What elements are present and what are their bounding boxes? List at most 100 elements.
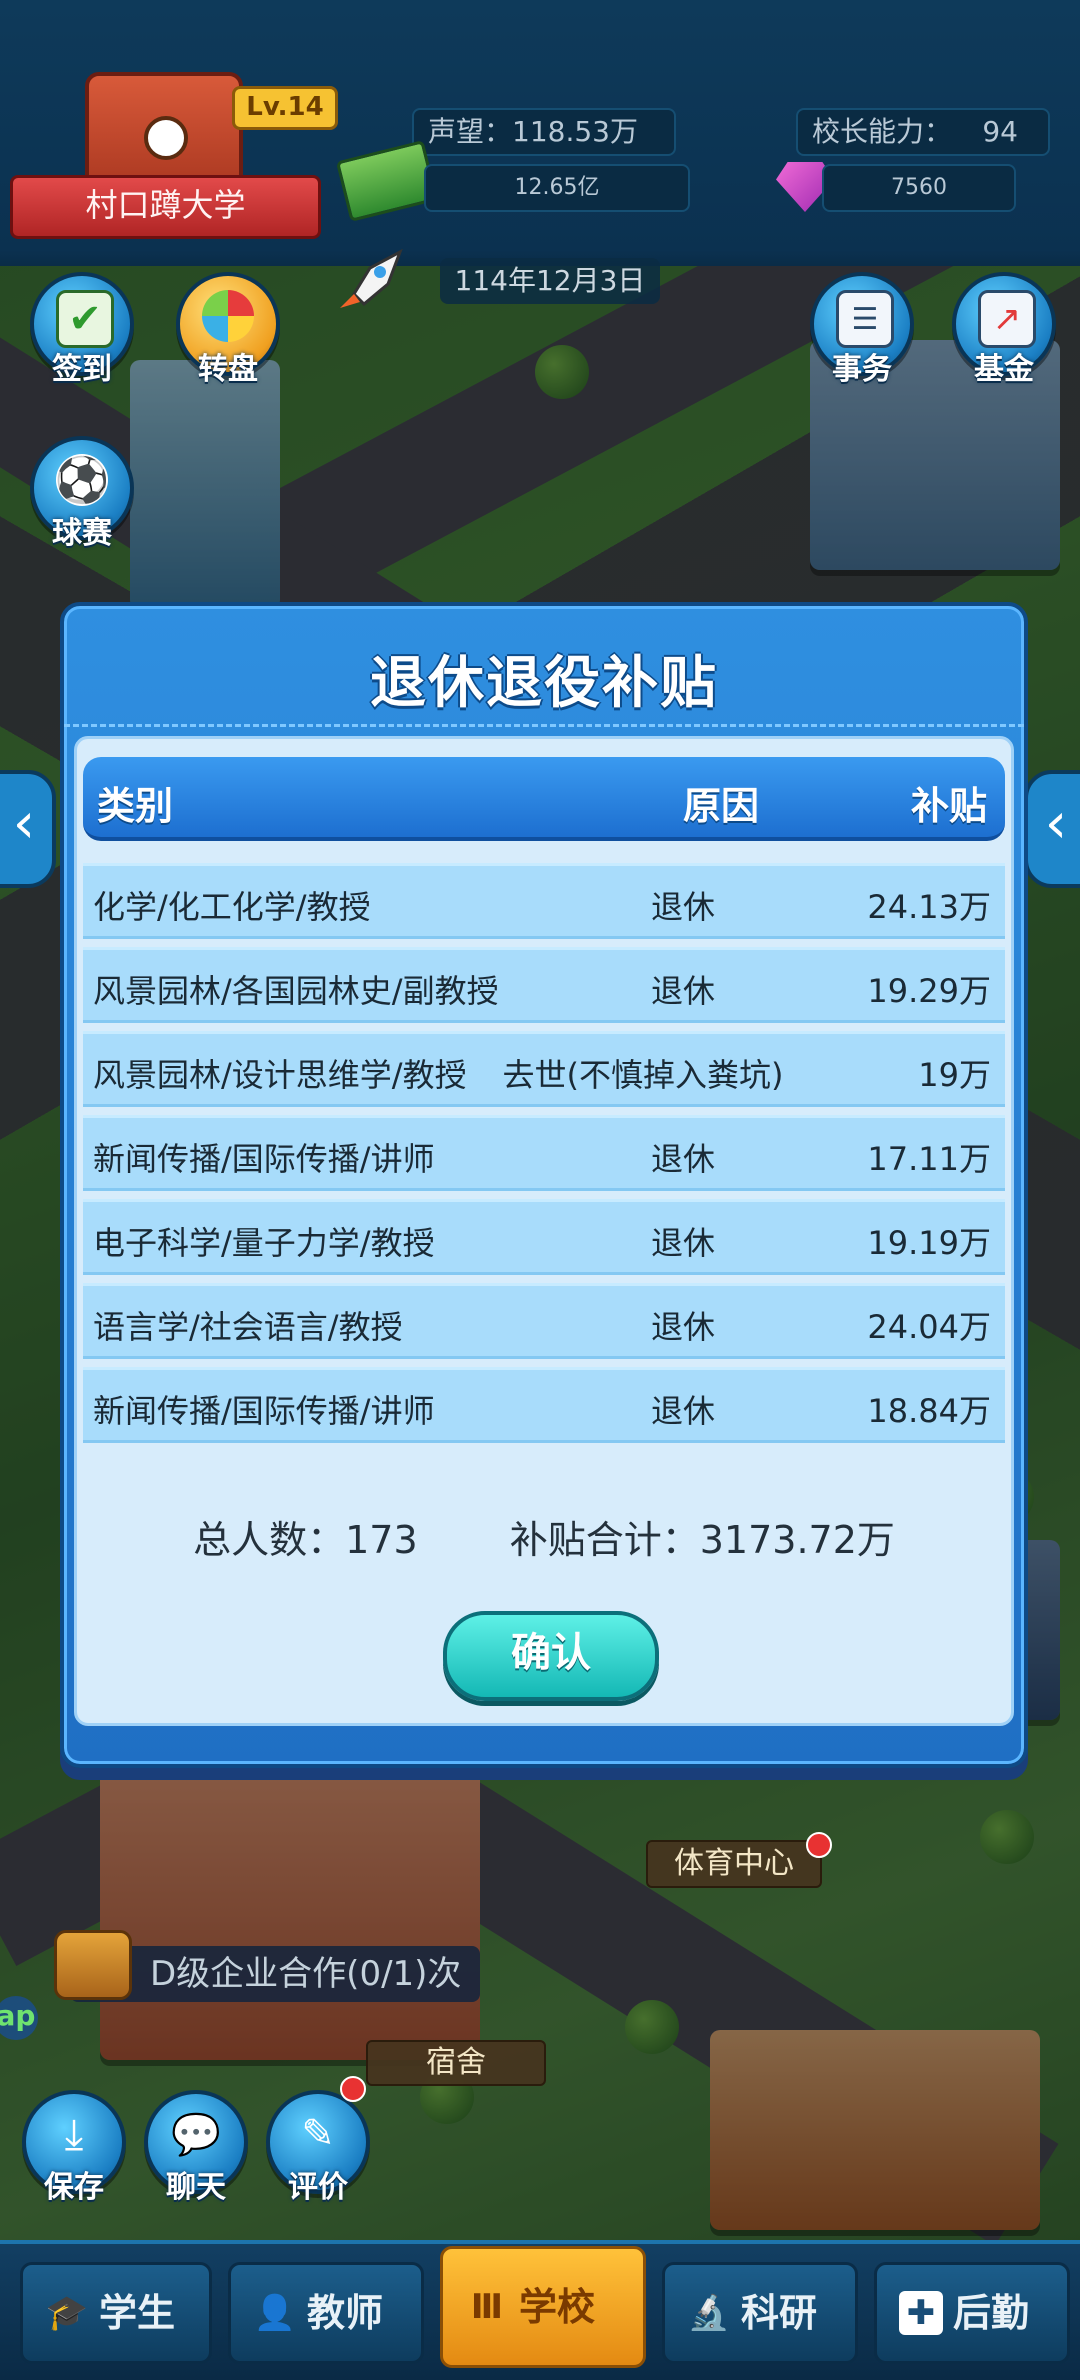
- nav-logistics-label: 后勤: [953, 2291, 1030, 2335]
- checkin-icon: ✔: [56, 290, 114, 348]
- review-icon: ✎: [301, 2111, 335, 2157]
- affairs-button[interactable]: ☰ 事务: [810, 272, 914, 387]
- affairs-label: 事务: [832, 352, 892, 387]
- clock-icon: [144, 116, 188, 160]
- scroll-left-arrow[interactable]: ‹: [0, 770, 56, 888]
- graduation-cap-icon: 🎓: [45, 2292, 89, 2333]
- save-button[interactable]: ⤓ 保存: [22, 2090, 126, 2205]
- table-row: 风景园林/各国园林史/副教授 退休 19.29万: [83, 947, 1005, 1023]
- microscope-icon: 🔬: [687, 2292, 731, 2333]
- money-stat[interactable]: 12.65亿: [424, 164, 690, 212]
- chat-button[interactable]: 💬 聊天: [144, 2090, 248, 2205]
- fund-label: 基金: [974, 352, 1034, 387]
- level-badge: Lv.14: [232, 86, 338, 130]
- cooperation-text: D级企业合作(0/1)次: [150, 1954, 462, 1994]
- header-reason: 原因: [683, 784, 760, 828]
- row-reason: 退休: [650, 1140, 715, 1178]
- row-subsidy: 19.19万: [867, 1224, 991, 1262]
- reputation-stat: 声望：118.53万: [412, 108, 676, 156]
- sports-center-label[interactable]: 体育中心: [646, 1840, 822, 1888]
- top-hud: Lv.14 村口蹲大学 声望：118.53万 校长能力： 94 12.65亿 7…: [0, 0, 1080, 266]
- chat-icon: 💬: [171, 2111, 221, 2158]
- school-building-icon: Ⅲ: [470, 2286, 504, 2327]
- total-people-label: 总人数：: [193, 1518, 346, 1562]
- row-subsidy: 17.11万: [867, 1140, 991, 1178]
- reputation-text: 声望：118.53万: [428, 115, 638, 148]
- table-row: 电子科学/量子力学/教授 退休 19.19万: [83, 1199, 1005, 1275]
- rocket-icon[interactable]: [330, 246, 410, 316]
- dialog-title: 退休退役补贴: [370, 651, 718, 716]
- total-people-value: 173: [345, 1518, 418, 1562]
- row-subsidy: 18.84万: [867, 1392, 991, 1430]
- row-category: 化学/化工化学/教授: [93, 888, 371, 926]
- money-value: 12.65亿: [514, 175, 600, 200]
- row-reason: 退休: [650, 1224, 715, 1262]
- row-reason: 退休: [650, 888, 715, 926]
- table-row: 风景园林/设计思维学/教授 去世(不慎掉入粪坑) 19万: [83, 1031, 1005, 1107]
- row-category: 电子科学/量子力学/教授: [93, 1224, 435, 1262]
- teacher-icon: 👤: [253, 2292, 297, 2333]
- row-category: 语言学/社会语言/教授: [93, 1308, 403, 1346]
- nav-research[interactable]: 🔬 科研: [662, 2262, 858, 2364]
- chart-up-icon: ↗: [978, 290, 1036, 348]
- gems-stat[interactable]: 7560: [822, 164, 1016, 212]
- clipboard-icon: ☰: [836, 290, 894, 348]
- money-icon: [335, 140, 439, 222]
- total-subsidy: 补贴合计：3173.72万: [510, 1509, 895, 1564]
- nav-research-label: 科研: [741, 2291, 818, 2335]
- row-reason: 退休: [650, 972, 715, 1010]
- checkin-button[interactable]: ✔ 签到: [30, 272, 134, 387]
- dialog-body: 类别 原因 补贴 化学/化工化学/教授 退休 24.13万 风景园林/各国园林史…: [74, 736, 1014, 1726]
- principal-ability-stat: 校长能力： 94: [796, 108, 1050, 156]
- retirement-subsidy-dialog: 退休退役补贴 类别 原因 补贴 化学/化工化学/教授 退休 24.13万 风景园…: [60, 602, 1028, 1768]
- nav-students-label: 学生: [99, 2291, 176, 2335]
- row-category: 风景园林/各国园林史/副教授: [93, 972, 499, 1010]
- nav-teachers-label: 教师: [307, 2291, 384, 2335]
- first-aid-icon: ✚: [899, 2290, 943, 2335]
- table-row: 化学/化工化学/教授 退休 24.13万: [83, 863, 1005, 939]
- match-label: 球赛: [52, 516, 112, 551]
- principal-ability-value: 94: [982, 115, 1018, 148]
- nav-teachers[interactable]: 👤 教师: [228, 2262, 424, 2364]
- fund-button[interactable]: ↗ 基金: [952, 272, 1056, 387]
- nav-students[interactable]: 🎓 学生: [20, 2262, 212, 2364]
- table-row: 新闻传播/国际传播/讲师 退休 18.84万: [83, 1367, 1005, 1443]
- row-category: 新闻传播/国际传播/讲师: [93, 1392, 435, 1430]
- match-button[interactable]: ⚽ 球赛: [30, 436, 134, 551]
- row-category: 新闻传播/国际传播/讲师: [93, 1140, 435, 1178]
- dialog-header: 退休退役补贴: [64, 606, 1024, 727]
- row-subsidy: 19万: [918, 1056, 991, 1094]
- total-subsidy-label: 补贴合计：: [509, 1518, 700, 1562]
- row-subsidy: 24.13万: [867, 888, 991, 926]
- wheel-label: 转盘: [198, 352, 258, 387]
- school-name: 村口蹲大学: [10, 175, 321, 239]
- header-subsidy: 补贴: [910, 784, 987, 828]
- total-people: 总人数：173: [193, 1509, 418, 1564]
- wheel-icon: [202, 290, 254, 342]
- nav-logistics[interactable]: ✚ 后勤: [874, 2262, 1070, 2364]
- review-notification-dot: [340, 2076, 366, 2102]
- mailbox-icon[interactable]: [54, 1930, 132, 2000]
- nav-school-label: 学校: [519, 2285, 596, 2329]
- table-header: 类别 原因 补贴: [83, 757, 1005, 841]
- review-label: 评价: [288, 2170, 348, 2205]
- review-button[interactable]: ✎ 评价: [266, 2090, 370, 2205]
- nav-school[interactable]: Ⅲ 学校: [440, 2246, 646, 2368]
- school-badge[interactable]: Lv.14 村口蹲大学: [10, 70, 338, 239]
- soccer-ball-icon: ⚽: [54, 454, 110, 506]
- row-reason: 去世(不慎掉入粪坑): [502, 1056, 784, 1094]
- bottom-navigation: 🎓 学生 👤 教师 Ⅲ 学校 🔬 科研 ✚ 后勤: [0, 2240, 1080, 2380]
- game-date: 114年12月3日: [440, 258, 660, 304]
- principal-ability-label: 校长能力：: [812, 115, 953, 148]
- header-category: 类别: [97, 784, 174, 828]
- wheel-button[interactable]: 转盘: [176, 272, 280, 387]
- scroll-right-arrow[interactable]: ‹: [1024, 770, 1080, 888]
- dormitory-label[interactable]: 宿舍: [366, 2040, 546, 2086]
- save-icon: ⤓: [64, 2109, 84, 2158]
- checkin-label: 签到: [52, 352, 112, 387]
- summary-line: 总人数：173 补贴合计：3173.72万: [77, 1509, 1011, 1564]
- confirm-button[interactable]: 确认: [443, 1611, 659, 1701]
- row-subsidy: 19.29万: [867, 972, 991, 1010]
- subsidy-list[interactable]: 化学/化工化学/教授 退休 24.13万 风景园林/各国园林史/副教授 退休 1…: [83, 863, 1005, 1449]
- gems-value: 7560: [891, 175, 947, 200]
